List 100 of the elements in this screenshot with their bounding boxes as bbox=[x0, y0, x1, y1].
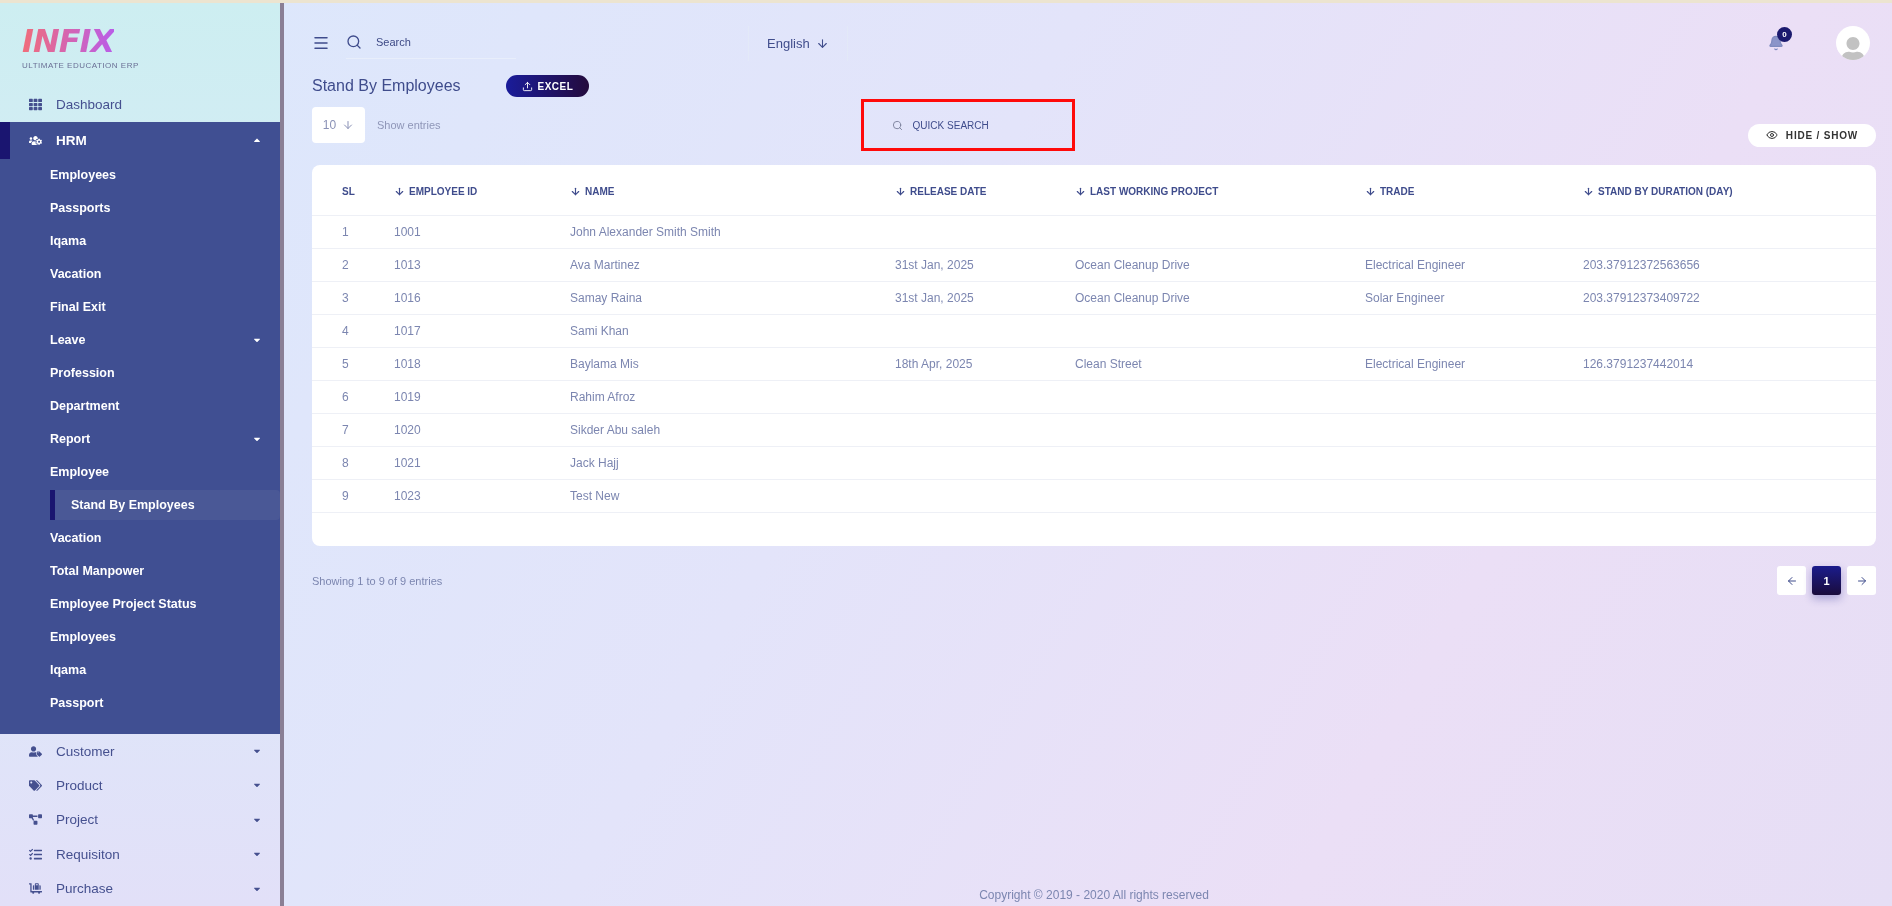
next-page-button[interactable] bbox=[1847, 566, 1876, 595]
page-title: Stand By Employees bbox=[312, 77, 461, 95]
table-cell-text: Ocean Cleanup Drive bbox=[1075, 258, 1191, 272]
table-info: Showing 1 to 9 of 9 entries bbox=[312, 574, 443, 587]
sidebar-subitem[interactable]: Employees bbox=[0, 158, 280, 192]
sidebar-subitem[interactable]: Profession bbox=[0, 356, 280, 390]
sidebar-subitem[interactable]: Employees bbox=[0, 620, 280, 654]
sidebar-subitem[interactable]: Employee bbox=[0, 455, 280, 489]
arrow-right-icon bbox=[1855, 574, 1868, 587]
sidebar-subitem[interactable]: Passports bbox=[0, 191, 280, 225]
arrow-down-icon bbox=[342, 119, 355, 131]
table-cell-text: 31st Jan, 2025 bbox=[895, 291, 975, 305]
sidebar-subitem[interactable]: Passport bbox=[0, 686, 280, 720]
users-gear-icon bbox=[29, 133, 42, 147]
table-cell-text: Sikder Abu saleh bbox=[570, 423, 662, 437]
tags-icon bbox=[29, 779, 42, 792]
diagram-icon bbox=[29, 813, 42, 827]
logo-tagline: ULTIMATE EDUCATION ERP bbox=[22, 61, 139, 70]
table-cell-text: 7 bbox=[342, 423, 350, 437]
column-header[interactable]: RELEASE DATE bbox=[895, 185, 1075, 197]
search-field[interactable]: Search bbox=[374, 34, 488, 49]
column-header[interactable]: TRADE bbox=[1365, 185, 1583, 197]
table-cell-text: 5 bbox=[342, 357, 350, 371]
table-cell-text: 1 bbox=[342, 225, 350, 239]
column-header[interactable]: NAME bbox=[570, 185, 895, 197]
language-dropdown[interactable]: English bbox=[748, 25, 848, 61]
sidebar-item[interactable]: HRM bbox=[0, 121, 280, 159]
table-cell-text: Ava Martinez bbox=[570, 258, 641, 272]
sidebar-subitem[interactable]: Total Manpower bbox=[0, 554, 280, 588]
arrow-down-icon bbox=[815, 36, 829, 50]
table-cell-text: 1021 bbox=[394, 456, 422, 470]
table-cell-text: Ocean Cleanup Drive bbox=[1075, 291, 1191, 305]
copyright-text: Copyright © 2019 - 2020 All rights reserved bbox=[979, 888, 1209, 902]
sort-arrow-icon bbox=[394, 185, 405, 197]
cart-icon bbox=[29, 882, 42, 896]
table-cell-text: 18th Apr, 2025 bbox=[895, 357, 974, 371]
sidebar-subitem[interactable]: Report bbox=[0, 422, 280, 456]
sidebar-subitem[interactable]: Employee Project Status bbox=[0, 587, 280, 621]
sidebar-subitem[interactable]: Vacation bbox=[0, 257, 280, 291]
table-cell-text: Baylama Mis bbox=[570, 357, 640, 371]
column-header[interactable]: STAND BY DURATION (DAY) bbox=[1583, 185, 1876, 197]
table-cell-text: Rahim Afroz bbox=[570, 390, 637, 404]
sidebar-subitem[interactable]: Department bbox=[0, 389, 280, 423]
table-cell-text: 1020 bbox=[394, 423, 422, 437]
avatar-icon[interactable] bbox=[1836, 26, 1870, 60]
table-cell-text: 9 bbox=[342, 489, 350, 503]
hide-show-button[interactable]: HIDE / SHOW bbox=[1747, 123, 1876, 147]
table-cell-text: 3 bbox=[342, 291, 350, 305]
sidebar-subitem[interactable]: Vacation bbox=[0, 521, 280, 555]
table-cell-text: 2 bbox=[342, 258, 350, 272]
arrow-left-icon bbox=[1785, 574, 1798, 587]
search-icon bbox=[346, 33, 362, 50]
page-button[interactable]: 1 bbox=[1812, 566, 1841, 595]
entries-label: Show entries bbox=[377, 119, 441, 131]
user-tag-icon bbox=[29, 744, 42, 758]
table-cell-text: 1023 bbox=[394, 489, 422, 503]
sidebar-subitem[interactable]: Iqama bbox=[0, 653, 280, 687]
table-cell-text: 1016 bbox=[394, 291, 422, 305]
column-header[interactable]: SL bbox=[342, 185, 394, 197]
grid-icon bbox=[29, 98, 42, 112]
quick-search-field[interactable]: QUICK SEARCH bbox=[910, 118, 1055, 132]
table-cell-text: 6 bbox=[342, 390, 350, 404]
sort-arrow-icon bbox=[570, 185, 581, 197]
table-cell-text: Test New bbox=[570, 489, 621, 503]
table-cell-text: 1013 bbox=[394, 258, 422, 272]
table-cell-text: Electrical Engineer bbox=[1365, 357, 1467, 371]
sidebar-item[interactable]: Requisiton bbox=[0, 837, 280, 872]
table-cell-text: Jack Hajj bbox=[570, 456, 620, 470]
table-cell-text: 126.3791237442014 bbox=[1583, 357, 1695, 371]
table-cell-text: 1018 bbox=[394, 357, 422, 371]
column-header[interactable]: EMPLOYEE ID bbox=[394, 185, 570, 197]
sidebar-item[interactable]: Project bbox=[0, 802, 280, 838]
search-icon bbox=[891, 119, 903, 131]
table-cell-text: Sami Khan bbox=[570, 324, 630, 338]
sidebar-subitem[interactable]: Iqama bbox=[0, 224, 280, 258]
sort-arrow-icon bbox=[1583, 185, 1594, 197]
previous-page-button[interactable] bbox=[1777, 566, 1806, 595]
menu-icon[interactable] bbox=[312, 34, 330, 52]
column-header[interactable]: LAST WORKING PROJECT bbox=[1075, 185, 1365, 197]
table-cell-text: Clean Street bbox=[1075, 357, 1143, 371]
excel-button[interactable]: EXCEL bbox=[505, 75, 590, 97]
table-cell-text: 8 bbox=[342, 456, 350, 470]
table-cell-text: John Alexander Smith Smith bbox=[570, 225, 722, 239]
sidebar-subitem[interactable]: Stand By Employees bbox=[50, 489, 280, 520]
upload-icon bbox=[521, 80, 533, 92]
notification-count: 0 bbox=[1777, 27, 1792, 42]
table-cell-text: 31st Jan, 2025 bbox=[895, 258, 975, 272]
sidebar-item[interactable]: Customer bbox=[0, 733, 280, 769]
table-cell-text: 1019 bbox=[394, 390, 422, 404]
sidebar-item[interactable]: Purchase bbox=[0, 871, 280, 906]
eye-icon bbox=[1765, 129, 1778, 141]
table-cell-text: 1001 bbox=[394, 225, 422, 239]
sort-arrow-icon bbox=[1075, 185, 1086, 197]
bell-icon[interactable] bbox=[1768, 35, 1784, 51]
sidebar-subitem[interactable]: Final Exit bbox=[0, 290, 280, 324]
table-cell-text: 203.37912372563656 bbox=[1583, 258, 1701, 272]
sidebar-item[interactable]: Product bbox=[0, 768, 280, 803]
sidebar-subitem[interactable]: Leave bbox=[0, 323, 280, 357]
sidebar-item[interactable]: Dashboard bbox=[0, 87, 280, 122]
table-cell-text: 4 bbox=[342, 324, 350, 338]
